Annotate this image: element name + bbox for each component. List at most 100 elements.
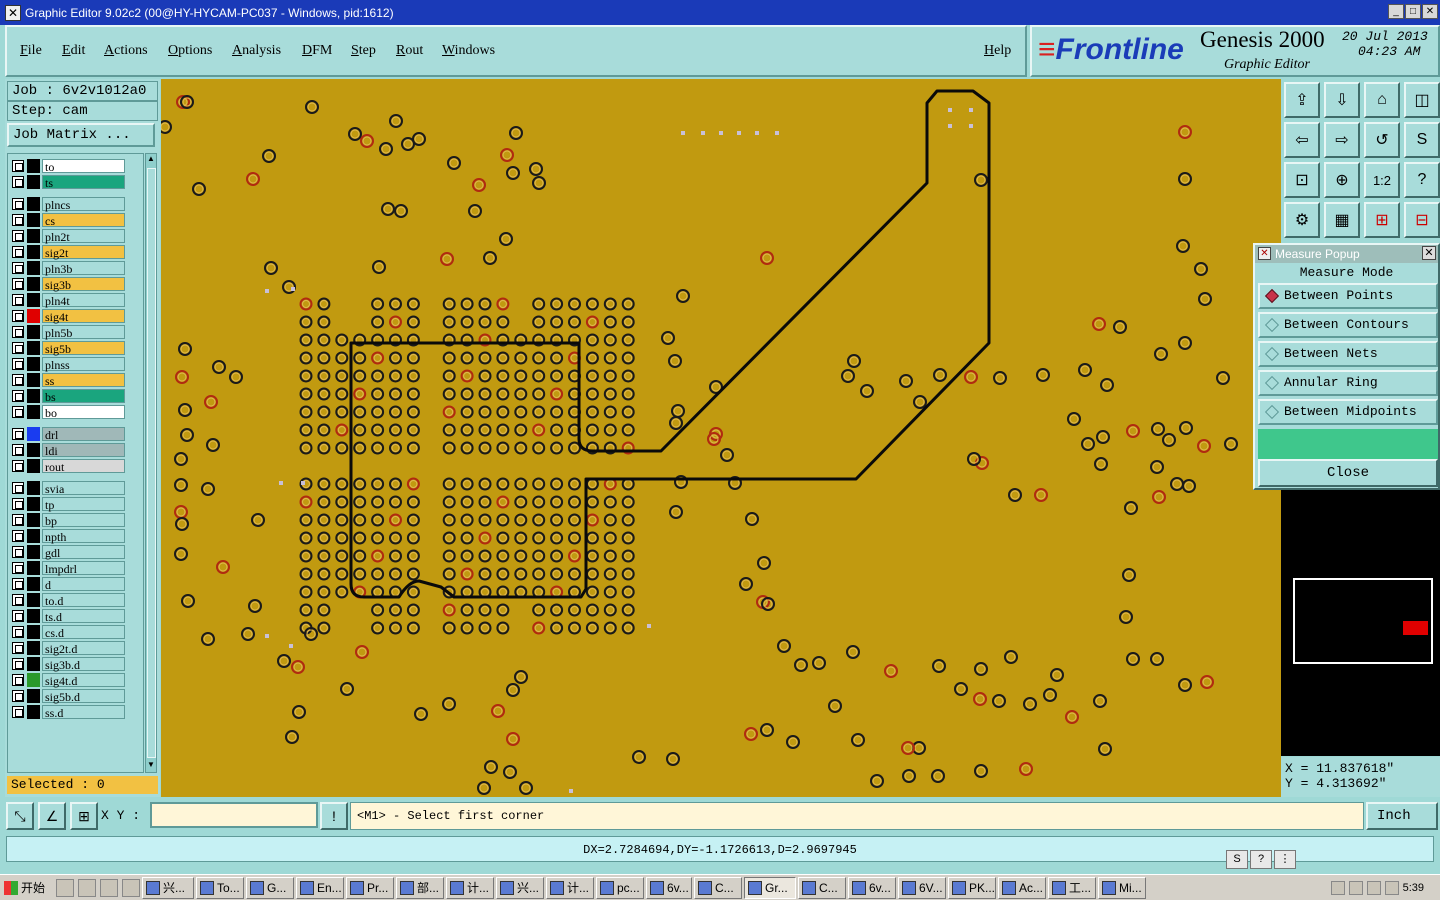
layer-row-pln5b[interactable]: pln5b — [12, 324, 140, 340]
grid-icon[interactable]: ▦ — [1324, 202, 1360, 238]
layer-row-tp[interactable]: tp — [12, 496, 140, 512]
layer-name[interactable]: sig2t.d — [42, 640, 125, 656]
layer-checkbox[interactable] — [12, 427, 24, 440]
taskbar-task[interactable]: To... — [196, 876, 244, 899]
layer-row-plnss[interactable]: plnss — [12, 356, 140, 372]
layer-checkbox[interactable] — [12, 159, 24, 172]
pcb-view[interactable] — [161, 79, 1281, 797]
layer-checkbox[interactable] — [12, 689, 24, 702]
layer-name[interactable]: to.d — [42, 592, 125, 608]
layer-color-swatch[interactable] — [27, 528, 40, 543]
home-view-icon[interactable]: ⌂ — [1364, 82, 1400, 118]
quicklaunch-icon[interactable] — [100, 878, 118, 897]
layer-row-rout[interactable]: rout — [12, 458, 140, 474]
taskbar-task[interactable]: Mi... — [1098, 876, 1146, 899]
layer-color-swatch[interactable] — [27, 672, 40, 687]
layer-color-swatch[interactable] — [27, 292, 40, 307]
layer-color-swatch[interactable] — [27, 640, 40, 655]
layer-name[interactable]: sig2t — [42, 244, 125, 260]
tray-icon[interactable] — [1348, 880, 1363, 895]
layer-color-swatch[interactable] — [27, 388, 40, 403]
help-small-icon[interactable]: ? — [1250, 850, 1272, 869]
taskbar-task[interactable]: 部... — [396, 876, 444, 899]
layer-name[interactable]: plnss — [42, 356, 125, 372]
layer-checkbox[interactable] — [12, 443, 24, 456]
layer-color-swatch[interactable] — [27, 158, 40, 173]
taskbar-task[interactable]: G... — [246, 876, 294, 899]
layer-color-swatch[interactable] — [27, 688, 40, 703]
layer-checkbox[interactable] — [12, 197, 24, 210]
layer-color-swatch[interactable] — [27, 458, 40, 473]
menu-help[interactable]: Help — [984, 43, 1011, 59]
layer-checkbox[interactable] — [12, 261, 24, 274]
layer-name[interactable]: ss.d — [42, 704, 125, 720]
layer-name[interactable]: sig4t — [42, 308, 125, 324]
layer-name[interactable]: ts.d — [42, 608, 125, 624]
layer-row-npth[interactable]: npth — [12, 528, 140, 544]
alert-icon[interactable]: ! — [320, 802, 348, 830]
layer-color-swatch[interactable] — [27, 512, 40, 527]
layer-checkbox[interactable] — [12, 277, 24, 290]
layer-color-swatch[interactable] — [27, 228, 40, 243]
layer-color-swatch[interactable] — [27, 372, 40, 387]
taskbar-task[interactable]: pc... — [596, 876, 644, 899]
popup-close-button[interactable]: Close — [1258, 459, 1438, 487]
layer-name[interactable]: pln5b — [42, 324, 125, 340]
layer-name[interactable]: cs — [42, 212, 125, 228]
layer-name[interactable]: sig4t.d — [42, 672, 125, 688]
menu-file[interactable]: File — [20, 43, 42, 59]
layer-name[interactable]: bp — [42, 512, 125, 528]
layer-color-swatch[interactable] — [27, 624, 40, 639]
layer-row-lmpdrl[interactable]: lmpdrl — [12, 560, 140, 576]
layer-row-ts[interactable]: ts — [12, 174, 140, 190]
layer-list[interactable]: to ts plncs cs pln2t sig2t pln3b sig3b pln4t sig4… — [7, 153, 144, 773]
layer-row-ts-d[interactable]: ts.d — [12, 608, 140, 624]
layer-row-bs[interactable]: bs — [12, 388, 140, 404]
layer-color-swatch[interactable] — [27, 576, 40, 591]
layer-row-to[interactable]: to — [12, 158, 140, 174]
layer-name[interactable]: pln2t — [42, 228, 125, 244]
snap-mode-icon[interactable]: ⤡ — [6, 802, 34, 830]
layer-row-pln3b[interactable]: pln3b — [12, 260, 140, 276]
job-matrix-button[interactable]: Job Matrix ... — [7, 123, 155, 147]
taskbar-task[interactable]: C... — [798, 876, 846, 899]
taskbar-task[interactable]: 计... — [546, 876, 594, 899]
layer-checkbox[interactable] — [12, 389, 24, 402]
layer-name[interactable]: pln4t — [42, 292, 125, 308]
menu-actions[interactable]: Actions — [104, 43, 148, 59]
layer-row-sig5b[interactable]: sig5b — [12, 340, 140, 356]
layer-color-swatch[interactable] — [27, 544, 40, 559]
layer-color-swatch[interactable] — [27, 324, 40, 339]
taskbar-task[interactable]: 工... — [1048, 876, 1096, 899]
layer-color-swatch[interactable] — [27, 196, 40, 211]
option-between-midpoints[interactable]: Between Midpoints — [1258, 399, 1438, 425]
navigation-map[interactable] — [1281, 488, 1440, 756]
layer-row-drl[interactable]: drl — [12, 426, 140, 442]
layer-checkbox[interactable] — [12, 481, 24, 494]
layer-name[interactable]: sig3b — [42, 276, 125, 292]
start-button[interactable]: 开始 — [0, 877, 54, 899]
layer-row-gdl[interactable]: gdl — [12, 544, 140, 560]
taskbar-task[interactable]: 兴... — [142, 876, 194, 899]
layer-checkbox[interactable] — [12, 593, 24, 606]
layer-row-svia[interactable]: svia — [12, 480, 140, 496]
layer-row-sig2t[interactable]: sig2t — [12, 244, 140, 260]
layer-checkbox[interactable] — [12, 229, 24, 242]
pan-down-icon[interactable]: ⇩ — [1324, 82, 1360, 118]
layer-color-swatch[interactable] — [27, 442, 40, 457]
redraw-icon[interactable]: S — [1404, 122, 1440, 158]
layer-checkbox[interactable] — [12, 529, 24, 542]
layer-name[interactable]: pln3b — [42, 260, 125, 276]
layer-name[interactable]: svia — [42, 480, 125, 496]
layer-row-bo[interactable]: bo — [12, 404, 140, 420]
layer-name[interactable]: lmpdrl — [42, 560, 125, 576]
layer-checkbox[interactable] — [12, 497, 24, 510]
help-icon[interactable]: ? — [1404, 162, 1440, 198]
layer-checkbox[interactable] — [12, 405, 24, 418]
taskbar-task[interactable]: 兴... — [496, 876, 544, 899]
layer-name[interactable]: npth — [42, 528, 125, 544]
popup-close-icon[interactable]: ✕ — [1422, 246, 1436, 260]
layer-row-d[interactable]: d — [12, 576, 140, 592]
layer-row-ss-d[interactable]: ss.d — [12, 704, 140, 720]
layer-row-sig4t-d[interactable]: sig4t.d — [12, 672, 140, 688]
